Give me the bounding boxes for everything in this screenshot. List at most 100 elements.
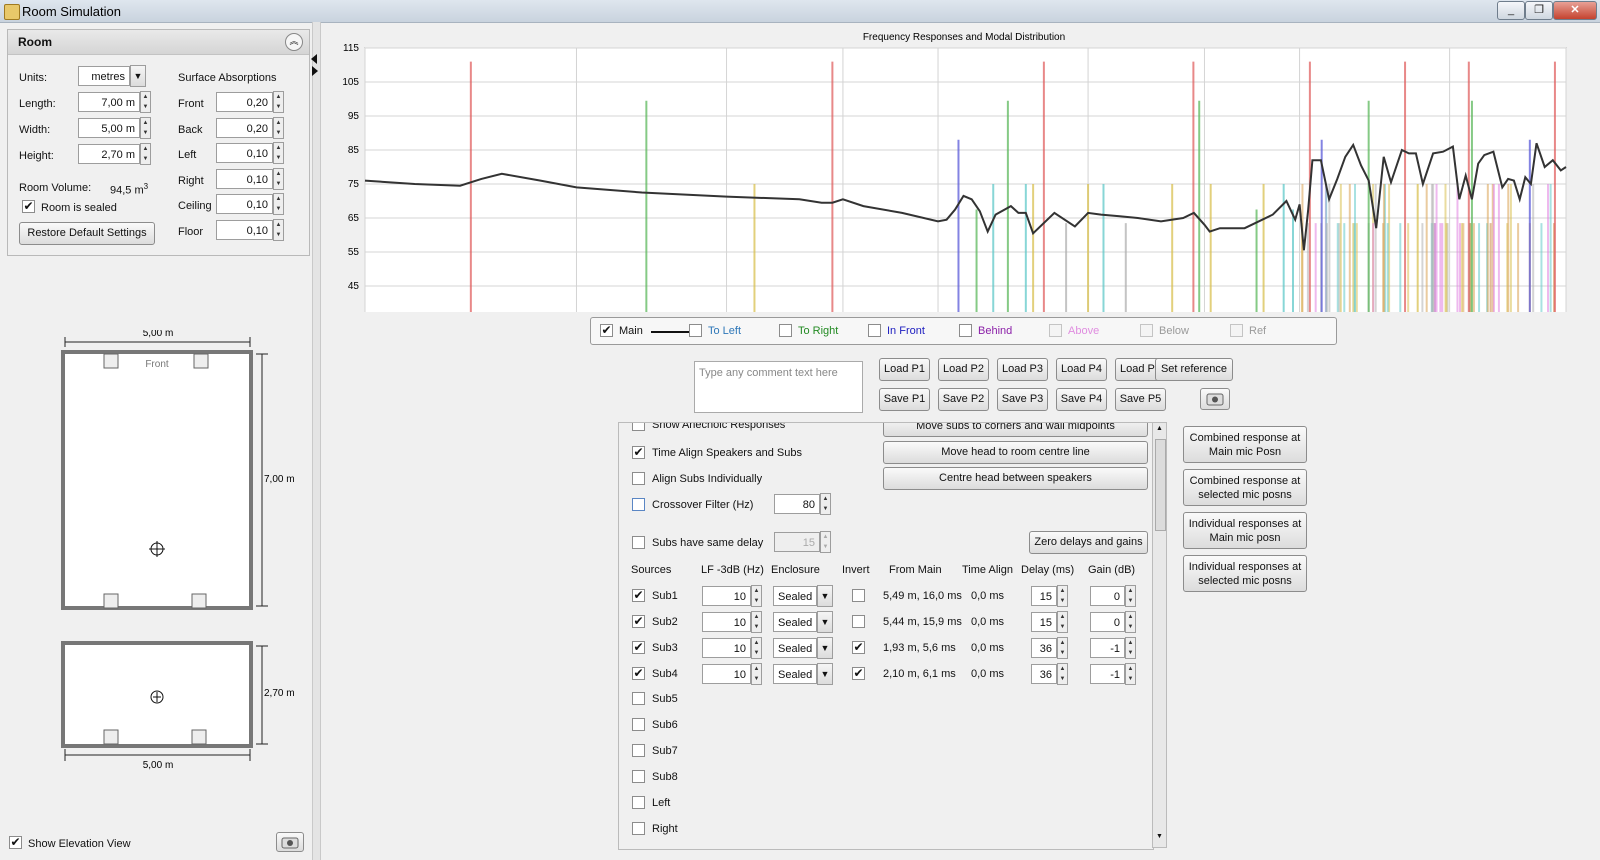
sub1-invert-checkbox[interactable] [852,589,865,602]
minimize-button[interactable]: _ [1497,1,1525,20]
load-p3-button[interactable]: Load P3 [997,358,1048,381]
source-right-checkbox[interactable] [632,822,645,835]
legend-5-checkbox[interactable] [1049,324,1062,337]
units-select[interactable]: metres [78,66,130,86]
sub3-delay-spinner[interactable]: ▲ ▼ [1057,637,1068,659]
same-delay-input[interactable]: 15 [774,532,820,552]
scroll-down-icon[interactable]: ▼ [1155,833,1164,843]
close-button[interactable]: ✕ [1553,1,1597,20]
restore-defaults-button[interactable]: Restore Default Settings [19,222,155,245]
chevron-down-icon[interactable]: ▼ [130,65,146,87]
load-p2-button[interactable]: Load P2 [938,358,989,381]
centre-head-button[interactable]: Centre head between speakers [883,467,1148,490]
align-individually-checkbox[interactable] [632,472,645,485]
show-elevation-checkbox[interactable]: ✔ [9,836,22,849]
crossover-spinner[interactable]: ▲ ▼ [820,493,831,515]
sub2-gain-spinner[interactable]: ▲ ▼ [1125,611,1136,633]
surface-1-spinner[interactable]: ▲ ▼ [273,116,284,139]
sub4-gain-spinner[interactable]: ▲ ▼ [1125,663,1136,685]
sub4-checkbox[interactable]: ✔ [632,667,645,680]
chevron-down-icon[interactable]: ▼ [817,611,833,633]
legend-4-checkbox[interactable] [959,324,972,337]
height-input[interactable]: 2,70 m [78,144,140,164]
sub3-lf-input[interactable]: 10 [702,638,751,658]
sub3-delay-input[interactable]: 36 [1031,638,1057,658]
sub3-checkbox[interactable]: ✔ [632,641,645,654]
expand-right-icon[interactable] [312,66,318,76]
legend-1-checkbox[interactable] [689,324,702,337]
speaker-left-icon[interactable] [103,353,119,369]
save-p3-button[interactable]: Save P3 [997,388,1048,411]
anechoic-checkbox[interactable] [632,423,645,431]
sub1-gain-input[interactable]: 0 [1090,586,1125,606]
legend-3-checkbox[interactable] [868,324,881,337]
surface-3-spinner[interactable]: ▲ ▼ [273,167,284,190]
surface-0-input[interactable]: 0,20 [216,92,273,112]
load-p1-button[interactable]: Load P1 [879,358,930,381]
set-reference-button[interactable]: Set reference [1155,358,1233,381]
surface-5-spinner[interactable]: ▲ ▼ [273,218,284,241]
sub2-checkbox[interactable]: ✔ [632,615,645,628]
collapse-left-icon[interactable] [311,54,317,64]
sub1-lf-input[interactable]: 10 [702,586,751,606]
chevron-down-icon[interactable]: ▼ [817,585,833,607]
sub3-gain-spinner[interactable]: ▲ ▼ [1125,637,1136,659]
surface-2-input[interactable]: 0,10 [216,143,273,163]
sources-scrollbar[interactable]: ▲ ▼ [1152,422,1167,848]
legend-6-checkbox[interactable] [1140,324,1153,337]
response-button-1[interactable]: Combined response at selected mic posns [1183,469,1307,506]
sub3-invert-checkbox[interactable]: ✔ [852,641,865,654]
sub1-checkbox[interactable]: ✔ [632,589,645,602]
sub1-gain-spinner[interactable]: ▲ ▼ [1125,585,1136,607]
sub4-gain-input[interactable]: -1 [1090,664,1125,684]
save-p4-button[interactable]: Save P4 [1056,388,1107,411]
source-left-checkbox[interactable] [632,796,645,809]
sub1-lf-spinner[interactable]: ▲ ▼ [751,585,762,607]
response-button-3[interactable]: Individual responses at selected mic posn… [1183,555,1307,592]
save-p5-button[interactable]: Save P5 [1115,388,1166,411]
speaker-right-icon[interactable] [193,353,209,369]
sub3-enclosure-select[interactable]: Sealed [773,638,817,658]
width-input[interactable]: 5,00 m [78,118,140,138]
sub4-lf-input[interactable]: 10 [702,664,751,684]
sub4-delay-input[interactable]: 36 [1031,664,1057,684]
room-panel-header[interactable]: Room ︽ [8,30,309,55]
scroll-thumb[interactable] [1155,439,1166,531]
time-align-checkbox[interactable]: ✔ [632,446,645,459]
sub2-delay-spinner[interactable]: ▲ ▼ [1057,611,1068,633]
source-sub5-checkbox[interactable] [632,692,645,705]
sub4-delay-spinner[interactable]: ▲ ▼ [1057,663,1068,685]
source-sub6-checkbox[interactable] [632,718,645,731]
sub2-invert-checkbox[interactable] [852,615,865,628]
move-subs-button[interactable]: Move subs to corners and wall midpoints [883,423,1148,437]
save-p1-button[interactable]: Save P1 [879,388,930,411]
sub-icon[interactable] [191,593,207,609]
surface-1-input[interactable]: 0,20 [216,117,273,138]
collapse-icon[interactable]: ︽ [285,33,303,51]
surface-0-spinner[interactable]: ▲ ▼ [273,91,284,113]
sub2-lf-input[interactable]: 10 [702,612,751,632]
surface-4-spinner[interactable]: ▲ ▼ [273,193,284,215]
crossover-input[interactable]: 80 [774,494,820,514]
surface-5-input[interactable]: 0,10 [216,219,273,240]
same-delay-checkbox[interactable] [632,536,645,549]
sub2-gain-input[interactable]: 0 [1090,612,1125,632]
source-sub8-checkbox[interactable] [632,770,645,783]
load-p4-button[interactable]: Load P4 [1056,358,1107,381]
legend-2-checkbox[interactable] [779,324,792,337]
legend-0-checkbox[interactable]: ✔ [600,324,613,337]
same-delay-spinner[interactable]: ▲ ▼ [820,531,831,553]
chevron-down-icon[interactable]: ▼ [817,663,833,685]
scroll-up-icon[interactable]: ▲ [1155,425,1164,435]
source-sub7-checkbox[interactable] [632,744,645,757]
surface-4-input[interactable]: 0,10 [216,194,273,214]
sub1-delay-input[interactable]: 15 [1031,586,1057,606]
response-button-2[interactable]: Individual responses at Main mic posn [1183,512,1307,549]
width-spinner[interactable]: ▲ ▼ [140,117,151,139]
sub2-enclosure-select[interactable]: Sealed [773,612,817,632]
surface-3-input[interactable]: 0,10 [216,168,273,189]
sub3-lf-spinner[interactable]: ▲ ▼ [751,637,762,659]
sub1-enclosure-select[interactable]: Sealed [773,586,817,606]
chart-camera-icon[interactable] [1200,388,1230,410]
move-head-button[interactable]: Move head to room centre line [883,441,1148,464]
